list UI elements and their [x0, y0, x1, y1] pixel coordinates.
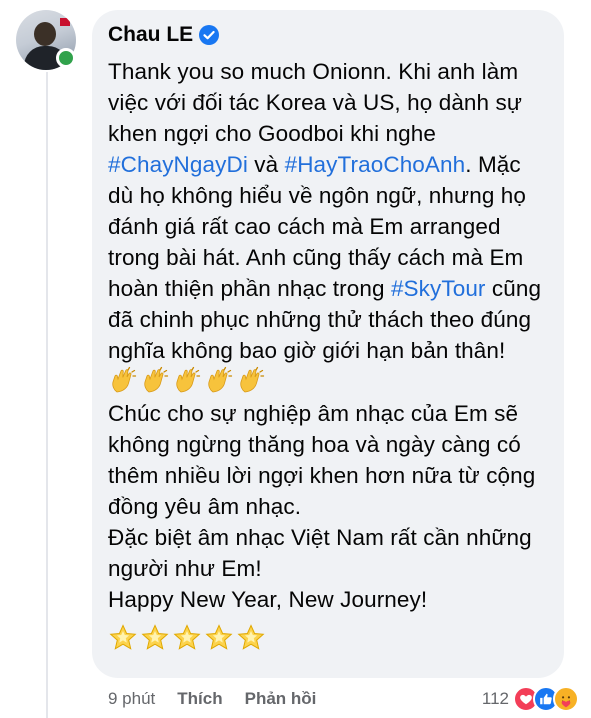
verified-badge-icon	[199, 25, 220, 45]
clapping-hands-emoji-icon	[108, 366, 138, 396]
clapping-emoji-row	[108, 366, 266, 396]
comment-timestamp[interactable]: 9 phút	[108, 689, 155, 709]
like-button[interactable]: Thích	[177, 689, 222, 709]
author-row: Chau LE	[108, 20, 550, 50]
clapping-hands-emoji-icon	[172, 366, 202, 396]
star-emoji-icon	[108, 623, 138, 653]
hashtag-link[interactable]: #HayTraoChoAnh	[285, 152, 466, 177]
comment-text: Thank you so much Onionn. Khi anh làm vi…	[108, 56, 550, 653]
reactions-summary[interactable]: 112	[482, 686, 579, 712]
reaction-count: 112	[481, 689, 509, 708]
care-reaction-icon	[553, 686, 579, 712]
comment-paragraph-4: Happy New Year, New Journey!	[108, 587, 428, 612]
comment: Chau LE Thank you so much Onionn. Khi an…	[0, 0, 591, 718]
author-name[interactable]: Chau LE	[108, 23, 193, 47]
comment-bubble: Chau LE Thank you so much Onionn. Khi an…	[92, 10, 564, 678]
star-emoji-icon	[236, 623, 266, 653]
avatar[interactable]	[16, 10, 76, 70]
clapping-hands-emoji-icon	[204, 366, 234, 396]
star-emoji-icon	[172, 623, 202, 653]
star-emoji-icon	[204, 623, 234, 653]
thread-line	[46, 72, 48, 718]
online-status-dot	[56, 48, 76, 68]
comment-paragraph-2: Chúc cho sự nghiệp âm nhạc của Em sẽ khô…	[108, 401, 536, 519]
hashtag-link[interactable]: #SkyTour	[391, 276, 486, 301]
star-emoji-row	[108, 623, 550, 653]
clapping-hands-emoji-icon	[236, 366, 266, 396]
comment-paragraph-1: Thank you so much Onionn. Khi anh làm vi…	[108, 56, 550, 398]
comment-text-segment: Thank you so much Onionn. Khi anh làm vi…	[108, 59, 523, 146]
hashtag-link[interactable]: #ChayNgayDi	[108, 152, 248, 177]
comment-text-segment: và	[247, 152, 285, 177]
reply-button[interactable]: Phản hồi	[245, 689, 317, 709]
clapping-hands-emoji-icon	[140, 366, 170, 396]
star-emoji-icon	[140, 623, 170, 653]
comment-footer: 9 phút Thích Phản hồi	[108, 686, 338, 712]
comment-paragraph-3: Đặc biệt âm nhạc Việt Nam rất cần những …	[108, 525, 532, 581]
